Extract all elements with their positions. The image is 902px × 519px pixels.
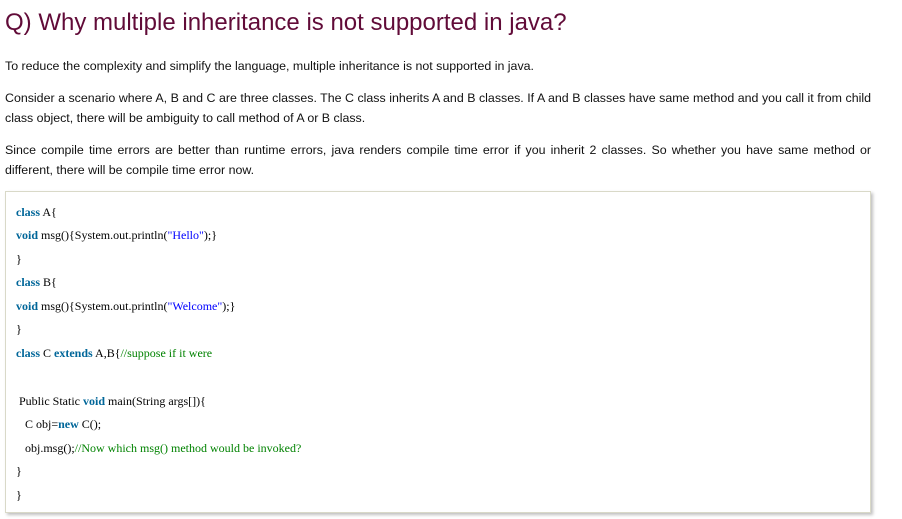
- code-text: );}: [222, 299, 236, 313]
- code-line: Public Static void main(String args[]){: [16, 393, 206, 409]
- code-line: class A{: [16, 204, 57, 220]
- code-text: msg(){System.out.println(: [38, 228, 168, 242]
- code-text: C: [40, 346, 55, 360]
- code-comment: //suppose if it were: [120, 346, 213, 360]
- code-line: obj.msg();//Now which msg() method would…: [16, 440, 301, 456]
- paragraph-reason: To reduce the complexity and simplify th…: [5, 59, 534, 73]
- code-keyword: class: [16, 275, 40, 289]
- code-text: msg(){System.out.println(: [38, 299, 168, 313]
- code-line: }: [16, 487, 22, 503]
- code-text: }: [16, 464, 22, 478]
- code-text: }: [16, 252, 22, 266]
- paragraph-compile-error: Since compile time errors are better tha…: [5, 143, 871, 177]
- code-text: A,B{: [92, 346, 121, 360]
- code-text: }: [16, 322, 22, 336]
- code-line: }: [16, 463, 22, 479]
- code-text: obj.msg();: [16, 441, 75, 455]
- code-comment: //Now which msg() method would be invoke…: [74, 441, 302, 455]
- paragraph-scenario: Consider a scenario where A, B and C are…: [5, 91, 871, 125]
- code-keyword: class: [16, 346, 40, 360]
- code-line: }: [16, 321, 22, 337]
- code-text: Public Static: [16, 394, 83, 408]
- code-block: class A{void msg(){System.out.println("H…: [5, 191, 871, 513]
- code-line: C obj=new C();: [16, 416, 101, 432]
- code-keyword: void: [16, 299, 39, 313]
- code-line: }: [16, 251, 22, 267]
- code-text: C obj=: [16, 417, 59, 431]
- code-keyword: new: [58, 417, 79, 431]
- code-text: );}: [203, 228, 217, 242]
- code-text: B{: [40, 275, 57, 289]
- code-keyword: extends: [54, 346, 93, 360]
- code-keyword: void: [83, 394, 106, 408]
- page-title: Q) Why multiple inheritance is not suppo…: [5, 9, 567, 36]
- code-text: C();: [78, 417, 102, 431]
- code-line: class C extends A,B{//suppose if it were: [16, 345, 212, 361]
- code-text: A{: [40, 205, 57, 219]
- code-keyword: class: [16, 205, 40, 219]
- code-string: "Welcome": [167, 299, 223, 313]
- code-line: void msg(){System.out.println("Hello");}: [16, 227, 217, 243]
- code-line: void msg(){System.out.println("Welcome")…: [16, 298, 235, 314]
- code-text: }: [16, 488, 22, 502]
- code-keyword: void: [16, 228, 39, 242]
- code-line: class B{: [16, 274, 57, 290]
- code-text: main(String args[]){: [105, 394, 206, 408]
- code-string: "Hello": [167, 228, 204, 242]
